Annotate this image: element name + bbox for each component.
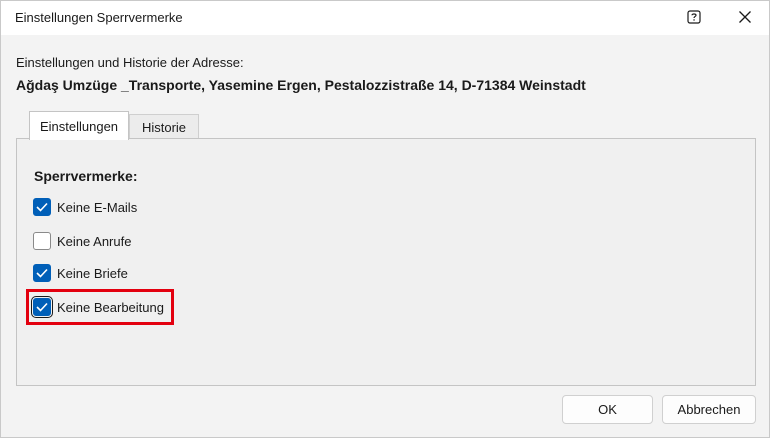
- dialog-window: Einstellungen Sperrvermerke Einstellunge…: [0, 0, 770, 438]
- close-button[interactable]: [730, 5, 760, 31]
- cancel-button[interactable]: Abbrechen: [662, 395, 756, 424]
- checkmark-icon: [36, 202, 48, 212]
- checkbox-box[interactable]: [31, 296, 53, 318]
- checkbox-keine-emails[interactable]: Keine E-Mails: [33, 196, 137, 218]
- help-question-icon: [687, 9, 701, 27]
- title-bar: Einstellungen Sperrvermerke: [1, 1, 769, 35]
- tab-einstellungen[interactable]: Einstellungen: [29, 111, 129, 140]
- address-text: Ağdaş Umzüge _Transporte, Yasemine Ergen…: [16, 77, 586, 93]
- checkbox-box[interactable]: [33, 198, 51, 216]
- tab-label: Einstellungen: [39, 118, 119, 134]
- checkbox-box[interactable]: [33, 232, 51, 250]
- checkbox-label: Keine Anrufe: [57, 233, 132, 249]
- section-heading: Sperrvermerke:: [34, 168, 138, 184]
- help-button[interactable]: [679, 5, 709, 31]
- checkmark-icon: [36, 268, 48, 278]
- checkbox-keine-bearbeitung[interactable]: Keine Bearbeitung: [31, 296, 164, 318]
- checkbox-keine-briefe[interactable]: Keine Briefe: [33, 262, 128, 284]
- checkmark-icon: [36, 302, 48, 312]
- tab-panel-einstellungen: Sperrvermerke: Keine E-Mails Keine Anruf…: [16, 138, 756, 386]
- close-icon: [738, 10, 752, 27]
- checkbox-label: Keine E-Mails: [57, 199, 138, 215]
- address-subtitle: Einstellungen und Historie der Adresse:: [16, 55, 244, 70]
- checkbox-box[interactable]: [33, 264, 51, 282]
- ok-button[interactable]: OK: [562, 395, 653, 424]
- window-title: Einstellungen Sperrvermerke: [15, 10, 183, 25]
- tab-label: Historie: [141, 119, 187, 135]
- checkbox-label: Keine Briefe: [57, 265, 128, 281]
- checkbox-label: Keine Bearbeitung: [57, 299, 164, 315]
- tab-historie[interactable]: Historie: [129, 114, 199, 139]
- checkbox-keine-anrufe[interactable]: Keine Anrufe: [33, 230, 131, 252]
